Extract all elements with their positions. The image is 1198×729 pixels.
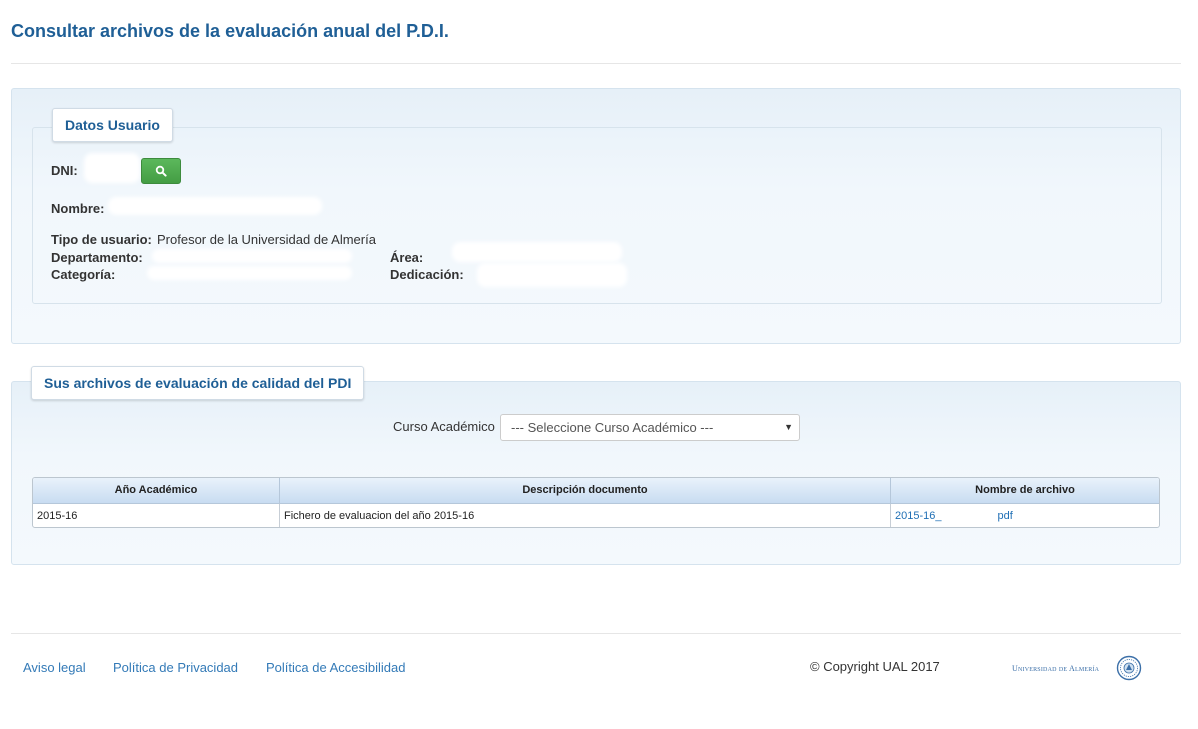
- column-header-anio[interactable]: Año Académico: [33, 478, 280, 503]
- footer-link-privacidad[interactable]: Política de Privacidad: [113, 660, 238, 675]
- header-divider: [11, 63, 1181, 64]
- file-link[interactable]: 2015-16_ pdf: [895, 510, 1013, 522]
- tipo-usuario-value: Profesor de la Universidad de Almería: [157, 232, 376, 247]
- user-data-panel: Datos Usuario DNI: Nombre: Tipo de usuar…: [11, 88, 1181, 344]
- ual-seal-icon: [1116, 655, 1142, 681]
- tipo-usuario-label: Tipo de usuario:: [51, 232, 152, 247]
- dedicacion-value-redacted: [477, 263, 627, 287]
- dedicacion-label: Dedicación:: [390, 267, 464, 282]
- departamento-value-redacted: [152, 249, 352, 263]
- nombre-value-redacted: [108, 197, 322, 215]
- curso-academico-select-value: --- Seleccione Curso Académico ---: [511, 420, 714, 435]
- area-value-redacted: [452, 242, 622, 262]
- column-header-descripcion[interactable]: Descripción documento: [280, 478, 891, 503]
- file-link-suffix: pdf: [997, 510, 1013, 522]
- files-table: Año Académico Descripción documento Nomb…: [32, 477, 1160, 528]
- curso-academico-select[interactable]: --- Seleccione Curso Académico --- ▼: [500, 414, 800, 441]
- categoria-value-redacted: [147, 266, 352, 280]
- copyright-text: © Copyright UAL 2017: [810, 659, 940, 674]
- table-header-row: Año Académico Descripción documento Nomb…: [33, 478, 1159, 504]
- column-header-archivo[interactable]: Nombre de archivo: [891, 478, 1159, 503]
- ual-logo[interactable]: Universidad de Almería: [1012, 664, 1099, 673]
- page-title: Consultar archivos de la evaluación anua…: [11, 21, 449, 41]
- footer-link-accesibilidad[interactable]: Política de Accesibilidad: [266, 660, 405, 675]
- user-data-legend: Datos Usuario: [52, 108, 173, 142]
- footer-link-aviso-legal[interactable]: Aviso legal: [23, 660, 86, 675]
- area-label: Área:: [390, 250, 424, 265]
- select-arrow-icon: ▼: [784, 422, 793, 432]
- files-panel: Sus archivos de evaluación de calidad de…: [11, 366, 1181, 565]
- departamento-label: Departamento:: [51, 250, 143, 265]
- files-legend: Sus archivos de evaluación de calidad de…: [31, 366, 365, 400]
- cell-archivo: 2015-16_ pdf: [891, 504, 1159, 527]
- footer-divider: [11, 633, 1181, 634]
- categoria-label: Categoría:: [51, 267, 116, 282]
- cell-descripcion: Fichero de evaluacion del año 2015-16: [280, 504, 891, 527]
- cell-anio: 2015-16: [33, 504, 280, 527]
- table-row[interactable]: 2015-16 Fichero de evaluacion del año 20…: [33, 504, 1159, 527]
- search-button[interactable]: [141, 158, 181, 184]
- curso-academico-label: Curso Académico: [393, 419, 495, 434]
- dni-value-redacted: [84, 153, 140, 183]
- file-link-prefix: 2015-16_: [895, 510, 942, 522]
- nombre-label: Nombre:: [51, 201, 105, 216]
- search-icon: [155, 165, 167, 177]
- dni-label: DNI:: [51, 163, 78, 178]
